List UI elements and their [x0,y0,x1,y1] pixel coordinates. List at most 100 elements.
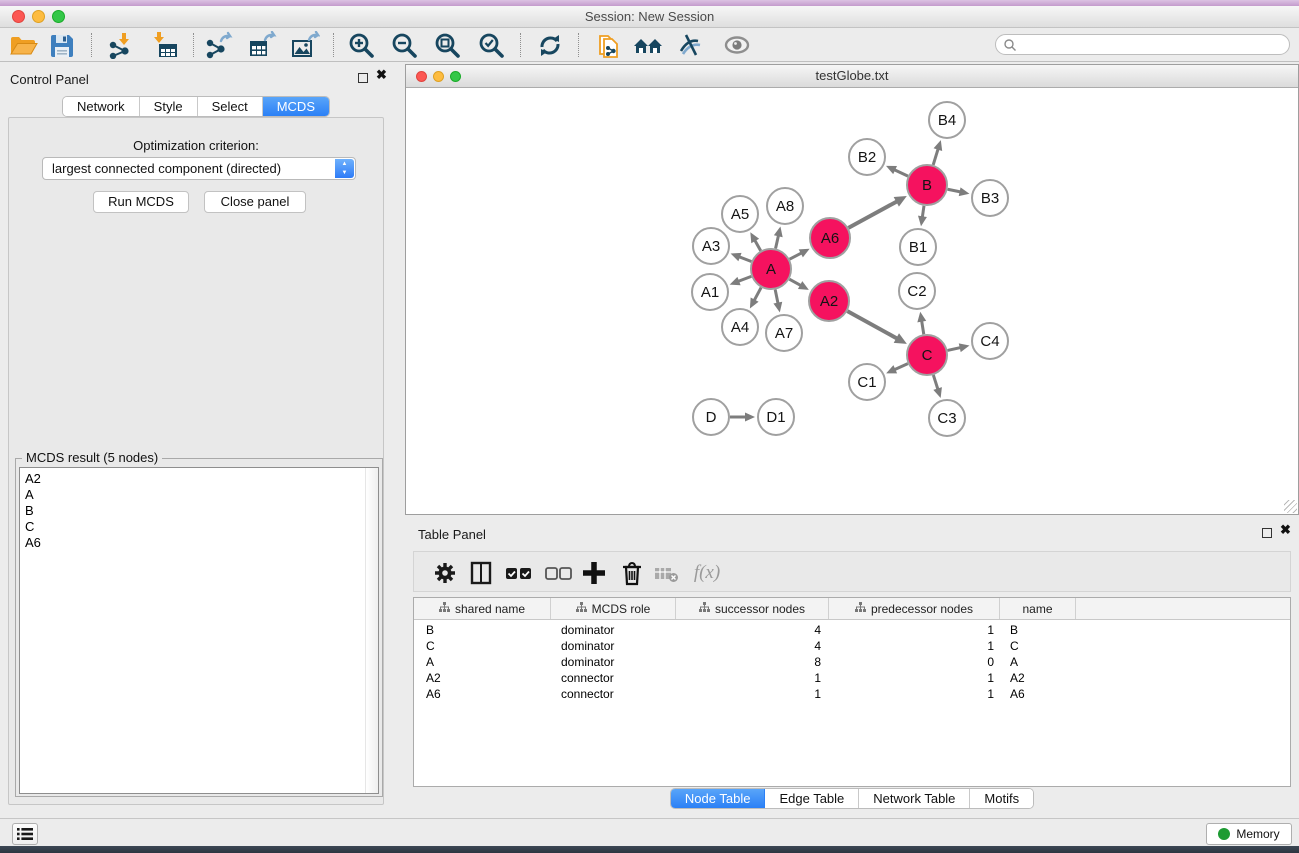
show-column-panel-icon[interactable] [466,558,496,588]
zoom-view-light[interactable] [450,71,461,82]
graph-edge-A6-B[interactable] [848,201,898,228]
deselect-all-icon[interactable] [544,558,574,588]
graph-edge-A2-C[interactable] [847,311,898,339]
resize-grip-icon[interactable] [1284,500,1297,513]
table-cell[interactable]: B [414,623,551,637]
show-graphics-details-icon[interactable] [722,31,752,59]
zoom-in-icon[interactable] [347,31,377,59]
zoom-window-light[interactable] [52,10,65,23]
optimization-select[interactable]: largest connected component (directed) ▲… [42,157,356,180]
table-row[interactable]: A6connector11A6 [414,686,1290,702]
column-header-MCDS-role[interactable]: MCDS role [551,598,676,619]
zoom-selected-icon[interactable] [477,31,507,59]
memory-button[interactable]: Memory [1206,823,1292,845]
graph-edge-A-A6[interactable] [790,252,803,259]
new-network-from-selection-icon[interactable] [594,31,624,59]
refresh-icon[interactable] [535,31,565,59]
run-mcds-button[interactable]: Run MCDS [93,191,189,213]
node-table[interactable]: shared nameMCDS rolesuccessor nodesprede… [413,597,1291,787]
table-cell[interactable]: 1 [829,687,1000,701]
table-cell[interactable]: 8 [676,655,829,669]
mcds-result-item[interactable]: A6 [20,535,378,551]
graph-edge-C-C2[interactable] [921,320,923,335]
table-cell[interactable]: dominator [551,639,676,653]
table-cell[interactable]: 1 [829,623,1000,637]
table-cell[interactable]: A6 [1000,687,1076,701]
table-cell[interactable]: 1 [676,671,829,685]
table-row[interactable]: Cdominator41C [414,638,1290,654]
select-all-icon[interactable] [504,558,534,588]
graph-edge-B-B3[interactable] [948,189,962,192]
table-cell[interactable]: 0 [829,655,1000,669]
network-canvas[interactable]: B4B2BB3A5A8A6B1A3AA1C2A2A4A7C4CC1C3DD1 [406,88,1298,514]
minimize-view-light[interactable] [433,71,444,82]
tab-motifs[interactable]: Motifs [970,789,1033,808]
table-cell[interactable]: dominator [551,655,676,669]
close-table-panel-icon[interactable]: ✖ [1280,522,1291,538]
graph-edge-A-A3[interactable] [738,256,751,261]
table-cell[interactable]: 1 [676,687,829,701]
export-image-icon[interactable] [290,31,320,59]
table-cell[interactable]: A6 [414,687,551,701]
table-cell[interactable]: C [1000,639,1076,653]
table-cell[interactable]: connector [551,671,676,685]
graph-edge-C-C4[interactable] [947,347,961,350]
graph-edge-A-A7[interactable] [775,290,778,305]
tab-network[interactable]: Network [63,97,140,116]
save-session-icon[interactable] [47,31,77,59]
network-graph[interactable]: B4B2BB3A5A8A6B1A3AA1C2A2A4A7C4CC1C3DD1 [406,88,1298,514]
function-builder-icon[interactable]: f(x) [686,558,728,588]
tab-style[interactable]: Style [140,97,198,116]
column-header-name[interactable]: name [1000,598,1076,619]
graph-edge-A-A4[interactable] [754,288,761,302]
tab-select[interactable]: Select [198,97,263,116]
table-cell[interactable]: dominator [551,623,676,637]
table-cell[interactable]: 1 [829,639,1000,653]
mcds-result-item[interactable]: A2 [20,471,378,487]
table-cell[interactable]: B [1000,623,1076,637]
mcds-result-item[interactable]: C [20,519,378,535]
table-cell[interactable]: A [414,655,551,669]
mcds-result-item[interactable]: A [20,487,378,503]
show-all-networks-icon[interactable] [633,31,663,59]
column-header-predecessor-nodes[interactable]: predecessor nodes [829,598,1000,619]
table-cell[interactable]: C [414,639,551,653]
close-view-light[interactable] [416,71,427,82]
delete-table-icon[interactable] [652,558,682,588]
graph-edge-A-A1[interactable] [737,276,751,281]
tab-mcds[interactable]: MCDS [263,97,329,116]
table-row[interactable]: Bdominator41B [414,622,1290,638]
float-panel-icon[interactable] [358,73,368,83]
close-window-light[interactable] [12,10,25,23]
table-cell[interactable]: A2 [1000,671,1076,685]
add-column-icon[interactable] [579,558,609,588]
mcds-result-item[interactable]: B [20,503,378,519]
tab-network-table[interactable]: Network Table [859,789,970,808]
mcds-result-list[interactable]: A2ABCA6 [19,467,379,794]
search-field[interactable] [995,34,1290,55]
scrollbar[interactable] [365,468,378,793]
graph-edge-A-A2[interactable] [789,279,801,286]
zoom-fit-icon[interactable] [433,31,463,59]
table-cell[interactable]: 4 [676,623,829,637]
graph-edge-C-C3[interactable] [933,375,938,390]
close-panel-icon[interactable]: ✖ [376,67,387,83]
table-cell[interactable]: connector [551,687,676,701]
graph-edge-B-B2[interactable] [893,169,908,176]
table-row[interactable]: A2connector11A2 [414,670,1290,686]
import-network-icon[interactable] [106,31,136,59]
column-header-shared-name[interactable]: shared name [414,598,551,619]
open-file-icon[interactable] [8,31,38,59]
zoom-out-icon[interactable] [390,31,420,59]
minimize-window-light[interactable] [32,10,45,23]
close-panel-button[interactable]: Close panel [204,191,306,213]
table-cell[interactable]: A [1000,655,1076,669]
import-table-icon[interactable] [151,31,181,59]
table-row[interactable]: Adominator80A [414,654,1290,670]
tab-node-table[interactable]: Node Table [671,789,766,808]
export-table-icon[interactable] [247,31,277,59]
settings-gear-icon[interactable] [430,558,460,588]
graph-edge-A-A8[interactable] [776,234,779,248]
graph-edge-B-B4[interactable] [933,148,938,165]
column-header-successor-nodes[interactable]: successor nodes [676,598,829,619]
